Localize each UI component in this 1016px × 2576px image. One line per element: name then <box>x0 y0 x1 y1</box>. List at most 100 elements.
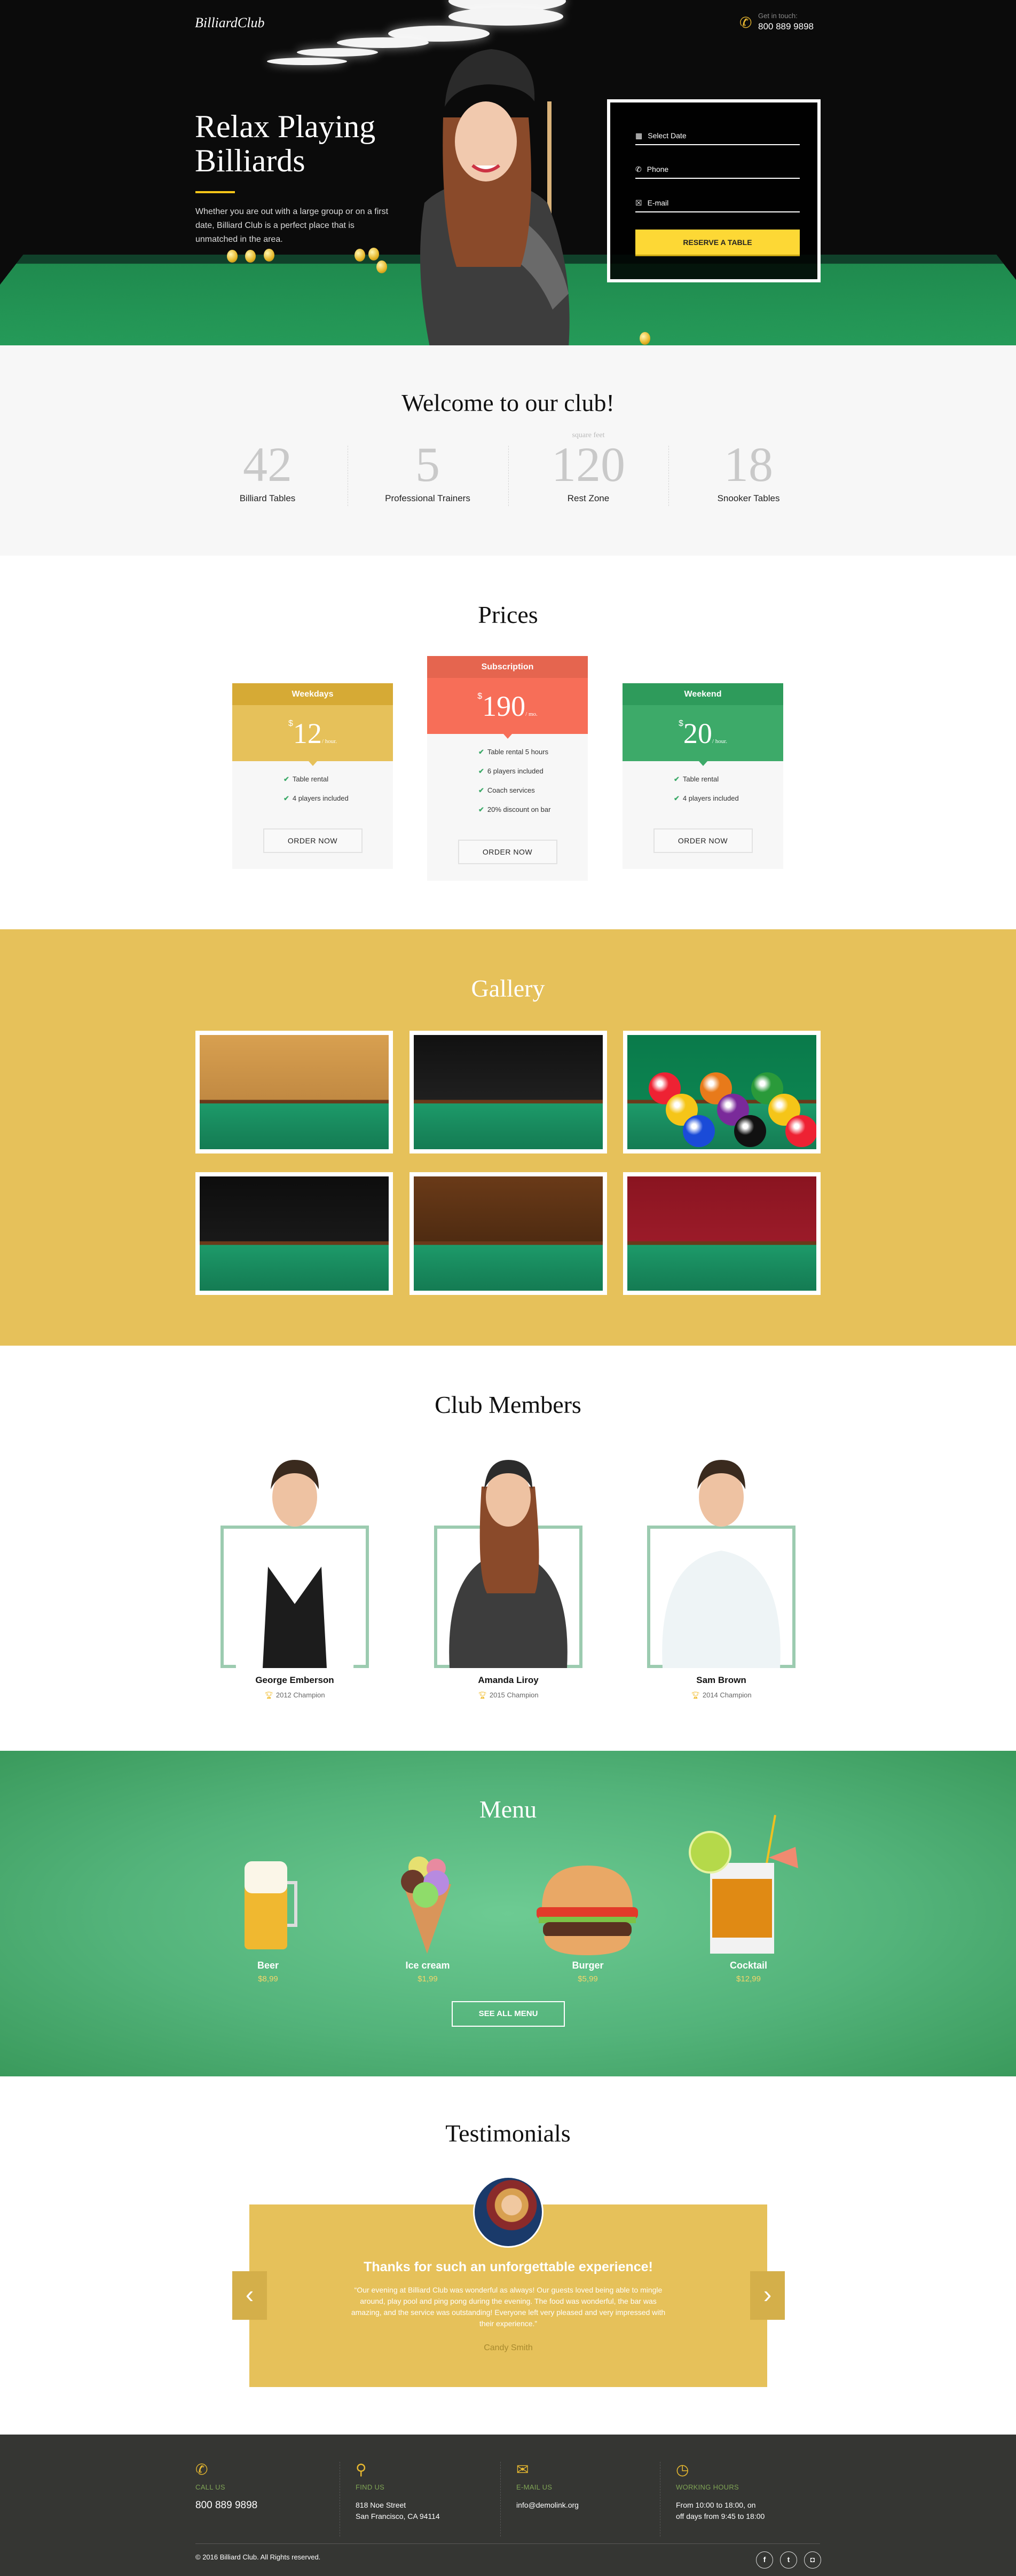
reservation-form: ▦ Select Date ✆ Phone ☒ E-mail RESERVE A TA… <box>607 99 821 282</box>
order-now-button[interactable]: ORDER NOW <box>263 828 363 853</box>
testimonial-avatar <box>473 2176 544 2248</box>
menu-item-price: $1,99 <box>418 1974 438 1984</box>
gallery-photo[interactable] <box>623 1172 821 1295</box>
previous-arrow-button[interactable]: ‹ <box>232 2271 267 2320</box>
footer-line: 818 Noe Street <box>356 2501 406 2509</box>
email-placeholder: E-mail <box>647 199 669 207</box>
footer <box>0 2435 1016 2576</box>
map-pin-icon: ⚲ <box>356 2461 367 2478</box>
plan-price: $12/ hour. <box>232 705 393 766</box>
footer-column: ✆ CALL US 800 889 9898 <box>195 2461 334 2511</box>
hero-description: Whether you are out with a large group o… <box>195 207 389 244</box>
order-now-button[interactable]: ORDER NOW <box>653 828 753 853</box>
footer-value: From 10:00 to 18:00, on off days from 9:4… <box>676 2500 815 2522</box>
table-shape <box>200 1100 389 1149</box>
gallery-photo[interactable] <box>409 1172 607 1295</box>
feature-text: Table rental 5 hours <box>487 748 549 756</box>
feature-text: 4 players included <box>292 794 349 802</box>
check-icon: ✔ <box>478 748 484 756</box>
member-photo <box>235 1460 354 1668</box>
plan-name: Weekend <box>623 683 783 705</box>
gallery-photo[interactable] <box>623 1031 821 1153</box>
footer-column: ✉ E-MAIL US info@demolink.org <box>516 2461 655 2511</box>
check-icon: ✔ <box>283 794 289 802</box>
header-phone[interactable]: 800 889 9898 <box>758 21 814 32</box>
stat-item: square feet 120 Rest Zone <box>508 431 668 504</box>
gallery-photo[interactable] <box>195 1031 393 1153</box>
plan-name: Subscription <box>427 656 588 678</box>
members-title: Club Members <box>435 1391 581 1418</box>
menu-item-name: Cocktail <box>729 1960 768 1971</box>
member-name: George Emberson <box>255 1675 334 1685</box>
hero-woman-image <box>420 49 570 345</box>
twitter-icon[interactable]: t <box>780 2551 797 2569</box>
ceiling-lamp <box>297 48 378 57</box>
billiard-ball <box>734 1115 766 1147</box>
stat-label: Professional Trainers <box>385 493 470 503</box>
footer-label: CALL US <box>195 2483 225 2491</box>
phone-field[interactable]: ✆ Phone <box>635 157 800 179</box>
menu-item-name: Ice cream <box>405 1960 450 1971</box>
footer-line[interactable]: info@demolink.org <box>516 2500 655 2511</box>
feature-text: 6 players included <box>487 767 544 775</box>
plan-name: Weekdays <box>232 683 393 705</box>
menu-item[interactable]: Cocktail $12,99 <box>695 1960 802 1984</box>
email-field[interactable]: ☒ E-mail <box>635 191 800 212</box>
burger-image <box>537 1866 638 1955</box>
stat-value: 18 <box>724 437 773 492</box>
date-field[interactable]: ▦ Select Date <box>635 124 800 145</box>
check-icon: ✔ <box>478 786 484 794</box>
contact-label: Get in touch: <box>758 12 798 20</box>
footer-label: FIND US <box>356 2483 385 2491</box>
gallery-photo[interactable] <box>409 1031 607 1153</box>
footer-divider <box>195 2543 820 2544</box>
logo[interactable]: BilliardClub <box>195 15 265 31</box>
footer-column: ◷ WORKING HOURS From 10:00 to 18:00, on off… <box>676 2461 815 2522</box>
menu-item[interactable]: Beer $8,99 <box>215 1960 321 1984</box>
testimonial-author: Candy Smith <box>484 2343 533 2352</box>
instagram-icon[interactable]: ◘ <box>804 2551 821 2569</box>
table-shape <box>627 1241 816 1291</box>
feature-list: ✔ Table rental ✔ 4 players included <box>283 761 393 813</box>
footer-line[interactable]: 800 889 9898 <box>195 2500 334 2511</box>
footer-line: San Francisco, CA 94114 <box>356 2512 440 2520</box>
phone-icon: ✆ <box>195 2461 208 2478</box>
hero-title: Relax Playing Billiards <box>195 109 375 178</box>
menu-item[interactable]: Ice cream $1,99 <box>374 1960 481 1984</box>
billiard-ball <box>785 1115 816 1147</box>
facebook-icon[interactable]: f <box>756 2551 773 2569</box>
calendar-icon: ▦ <box>635 131 643 140</box>
plan-price: $20/ hour. <box>623 705 783 766</box>
menu-item[interactable]: Burger $5,99 <box>534 1960 641 1984</box>
see-all-menu-button[interactable]: SEE ALL MENU <box>452 2001 565 2027</box>
stat-label: Rest Zone <box>567 493 610 503</box>
menu-item-name: Beer <box>257 1960 279 1971</box>
price-amount: 190 <box>482 690 526 722</box>
price-amount: 12 <box>293 717 322 749</box>
check-icon: ✔ <box>674 794 680 802</box>
check-icon: ✔ <box>674 775 680 783</box>
chevron-right-icon: › <box>763 2280 772 2308</box>
copyright: © 2016 Billiard Club. All Rights reserve… <box>195 2553 321 2561</box>
feature-text: Table rental <box>682 775 719 783</box>
feature-item: ✔ 20% discount on bar <box>478 805 588 825</box>
testimonial-heading: Thanks for such an unforgettable experie… <box>364 2259 653 2274</box>
hero-title-line1: Relax Playing <box>195 109 376 144</box>
order-now-button[interactable]: ORDER NOW <box>458 840 557 864</box>
next-arrow-button[interactable]: › <box>750 2271 785 2320</box>
table-shape <box>200 1241 389 1291</box>
feature-item: ✔ Table rental 5 hours <box>478 748 588 767</box>
testimonial-quote: “Our evening at Billiard Club was wonder… <box>351 2286 666 2328</box>
reserve-table-button[interactable]: RESERVE A TABLE <box>635 230 800 256</box>
envelope-icon: ✉ <box>516 2461 529 2478</box>
gallery-photo[interactable] <box>195 1172 393 1295</box>
footer-value: 800 889 9898 <box>195 2500 334 2511</box>
menu-item-name: Burger <box>572 1960 604 1971</box>
price-card-subscription: Subscription $190/ mo. ✔ Table rental 5 hou… <box>427 656 588 881</box>
footer-line: off days from 9:45 to 18:00 <box>676 2512 765 2520</box>
beer-image <box>245 1861 297 1949</box>
price-period: / mo. <box>525 711 538 717</box>
check-icon: ✔ <box>478 767 484 775</box>
menu-item-price: $5,99 <box>578 1974 598 1984</box>
check-icon: ✔ <box>478 805 484 813</box>
